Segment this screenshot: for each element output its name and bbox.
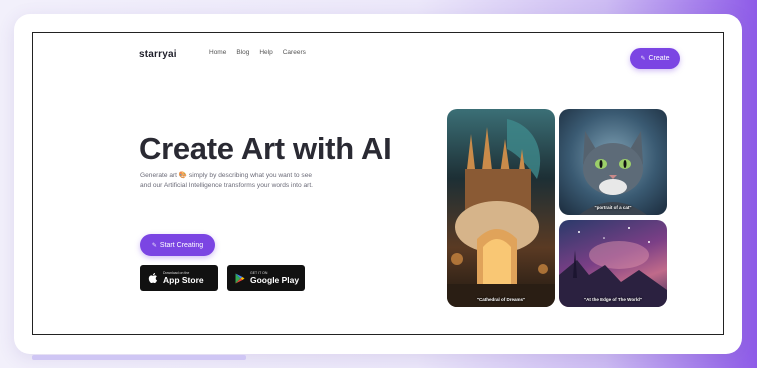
website-frame: starryai Home Blog Help Careers ✎ Create… bbox=[32, 32, 724, 335]
gallery-image-cathedral[interactable]: "Cathedral of Dreams" bbox=[447, 109, 555, 307]
cosmos-caption: "At the Edge of The World" bbox=[584, 297, 642, 302]
google-play-icon bbox=[235, 273, 245, 283]
hero-subtitle-line-2: and our Artificial Intelligence transfor… bbox=[140, 182, 313, 189]
gallery-image-cat[interactable]: "portrait of a cat" bbox=[559, 109, 667, 215]
app-store-button[interactable]: Download on the App Store bbox=[140, 265, 218, 291]
pencil-icon: ✎ bbox=[640, 56, 646, 62]
apple-icon bbox=[148, 273, 157, 284]
google-play-label: Google Play bbox=[250, 275, 300, 285]
cathedral-caption: "Cathedral of Dreams" bbox=[476, 297, 526, 302]
pencil-icon: ✎ bbox=[151, 242, 157, 249]
cat-artwork bbox=[579, 131, 647, 215]
cat-caption: "portrait of a cat" bbox=[594, 205, 632, 210]
start-creating-label: Start Creating bbox=[159, 241, 204, 249]
main-nav: Home Blog Help Careers bbox=[209, 49, 306, 56]
hero-subtitle-line-1: Generate art 🎨 simply by describing what… bbox=[140, 172, 313, 179]
google-play-button[interactable]: GET IT ON Google Play bbox=[227, 265, 305, 291]
nav-blog[interactable]: Blog bbox=[236, 49, 249, 56]
nav-help[interactable]: Help bbox=[259, 49, 272, 56]
cosmos-artwork bbox=[559, 227, 667, 307]
app-store-label: App Store bbox=[163, 275, 204, 285]
start-creating-button[interactable]: ✎ Start Creating bbox=[140, 234, 215, 256]
decorative-underline bbox=[32, 355, 246, 360]
nav-careers[interactable]: Careers bbox=[283, 49, 306, 56]
nav-home[interactable]: Home bbox=[209, 49, 226, 56]
brand-logo[interactable]: starryai bbox=[139, 49, 177, 60]
hero-subtitle: Generate art 🎨 simply by describing what… bbox=[140, 171, 380, 191]
cathedral-artwork bbox=[447, 119, 555, 307]
create-button[interactable]: ✎ Create bbox=[630, 48, 680, 69]
gallery-image-cosmos[interactable]: "At the Edge of The World" bbox=[559, 220, 667, 307]
hero-title: Create Art with AI bbox=[139, 131, 392, 166]
create-button-label: Create bbox=[648, 55, 670, 62]
